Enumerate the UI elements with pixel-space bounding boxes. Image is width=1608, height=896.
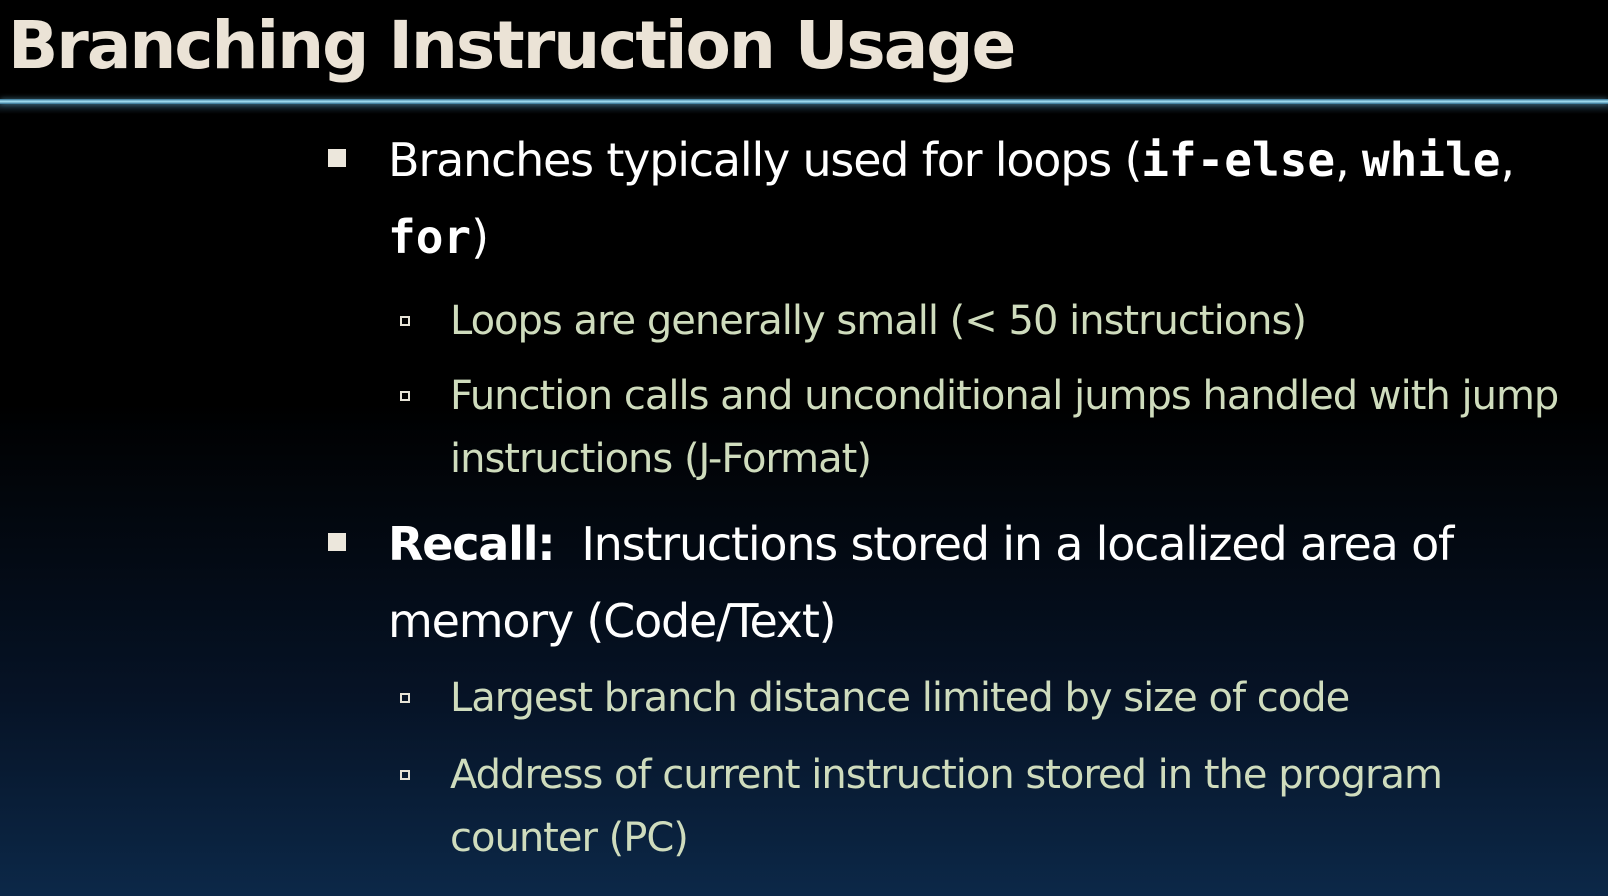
slide: Branching Instruction Usage Branches typ… xyxy=(0,0,1608,896)
slide-title: Branching Instruction Usage xyxy=(8,7,1016,84)
hollow-square-bullet-icon xyxy=(400,693,410,703)
bullet-recall-text: Recall: Instructions stored in a localiz… xyxy=(388,506,1588,660)
square-bullet-icon xyxy=(328,533,346,551)
sub-bullet-text: Function calls and unconditional jumps h… xyxy=(450,373,1559,482)
bullet-branches-text: Branches typically used for loops (if-el… xyxy=(388,122,1588,276)
closing-paren: ) xyxy=(471,210,489,264)
sub-bullet-text: Loops are generally small (< 50 instruct… xyxy=(450,298,1307,344)
code-for: for xyxy=(388,210,472,264)
code-while: while xyxy=(1361,133,1501,187)
hollow-square-bullet-icon xyxy=(400,770,410,780)
comma-separator: , xyxy=(1500,133,1515,187)
recall-label: Recall: xyxy=(388,517,556,571)
square-bullet-icon xyxy=(328,149,346,167)
hollow-square-bullet-icon xyxy=(400,391,410,401)
hollow-square-bullet-icon xyxy=(400,316,410,326)
code-if-else: if-else xyxy=(1141,133,1336,187)
comma-separator: , xyxy=(1335,133,1362,187)
sub-bullet-text: Address of current instruction stored in… xyxy=(450,752,1443,861)
bullet-branches-lead: Branches typically used for loops ( xyxy=(388,133,1142,187)
sub-bullet-text: Largest branch distance limited by size … xyxy=(450,675,1350,721)
title-divider-glow xyxy=(0,104,1608,114)
